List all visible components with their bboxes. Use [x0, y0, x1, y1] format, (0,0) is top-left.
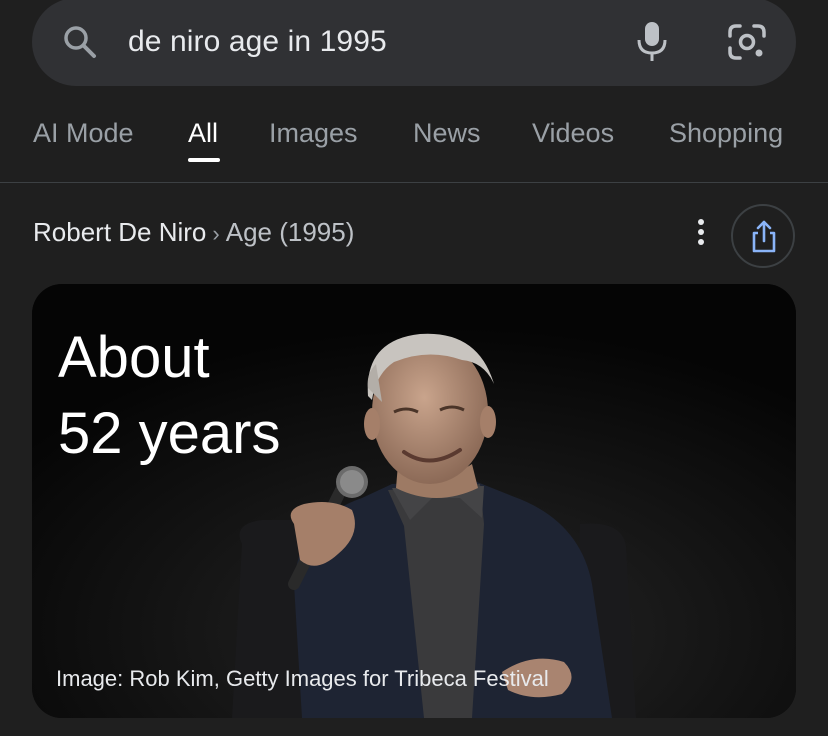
breadcrumb-attribute: Age (1995) — [225, 217, 355, 247]
tab-all[interactable]: All — [188, 108, 218, 158]
answer-line-2: 52 years — [58, 401, 281, 466]
more-options-icon[interactable] — [690, 214, 712, 250]
active-tab-indicator — [188, 158, 220, 162]
tab-images[interactable]: Images — [269, 108, 358, 158]
breadcrumb: Robert De Niro › Age (1995) — [33, 212, 354, 252]
google-lens-icon[interactable] — [726, 22, 768, 62]
mic-icon[interactable] — [634, 20, 670, 64]
divider — [0, 182, 828, 183]
tab-shopping[interactable]: Shopping — [669, 108, 783, 158]
search-input[interactable]: de niro age in 1995 — [128, 22, 387, 62]
share-button[interactable] — [731, 204, 795, 268]
breadcrumb-entity-link[interactable]: Robert De Niro — [33, 217, 206, 247]
search-icon — [64, 26, 96, 58]
answer-line-1: About — [58, 325, 210, 390]
tab-news[interactable]: News — [413, 108, 481, 158]
tab-ai-mode[interactable]: AI Mode — [33, 108, 134, 158]
share-icon — [752, 220, 776, 253]
answer-value: About 52 years — [58, 320, 280, 472]
image-credit: Image: Rob Kim, Getty Images for Tribeca… — [56, 666, 549, 691]
tab-videos[interactable]: Videos — [532, 108, 614, 158]
breadcrumb-separator: › — [212, 221, 220, 246]
search-tabs: AI Mode All Images News Videos Shopping — [0, 108, 828, 168]
answer-card[interactable]: About 52 years Image: Rob Kim, Getty Ima… — [32, 284, 796, 718]
